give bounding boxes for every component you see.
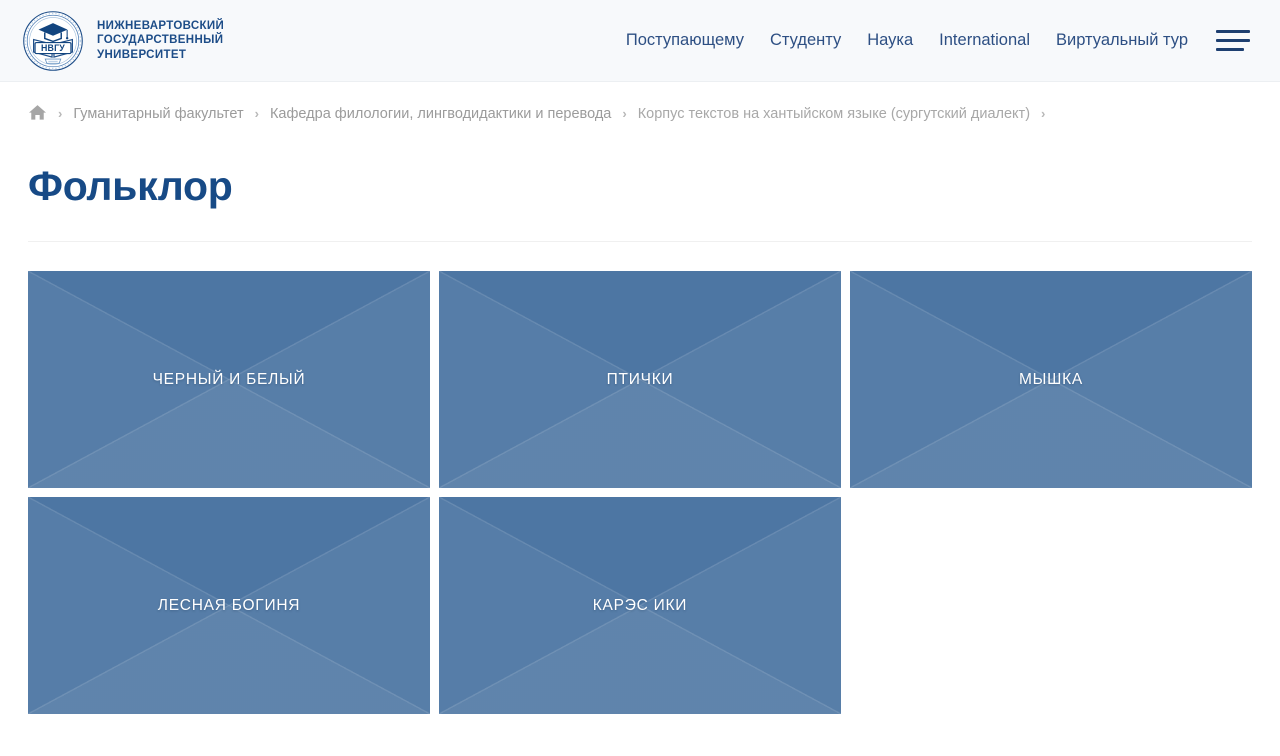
hamburger-line-1 — [1216, 30, 1250, 33]
site-logo-text: НИЖНЕВАРТОВСКИЙ ГОСУДАРСТВЕННЫЙ УНИВЕРСИ… — [97, 19, 225, 61]
nvgu-emblem-logo-icon: НВГУ — [23, 10, 83, 71]
tile-card-mouse[interactable]: МЫШКА — [850, 271, 1252, 488]
nav-item-applicants[interactable]: Поступающему — [626, 32, 744, 49]
breadcrumb-separator-trailing: › — [1041, 106, 1046, 121]
main-navigation: Поступающему Студенту Наука Internationa… — [626, 32, 1188, 49]
breadcrumb-bar: › Гуманитарный факультет › Кафедра филол… — [0, 82, 1280, 128]
hamburger-line-2 — [1216, 39, 1250, 42]
breadcrumb: › Гуманитарный факультет › Кафедра филол… — [28, 100, 1252, 128]
breadcrumb-item-faculty[interactable]: Гуманитарный факультет — [73, 100, 243, 128]
nav-item-students[interactable]: Студенту — [770, 32, 841, 49]
breadcrumb-item-corpus[interactable]: Корпус текстов на хантыйском языке (сург… — [638, 100, 1030, 128]
tile-card-kares-iki[interactable]: КАРЭС ИКИ — [439, 497, 841, 714]
tile-label: ЧЕРНЫЙ И БЕЛЫЙ — [152, 370, 306, 388]
home-icon — [29, 105, 46, 120]
tile-card-birds[interactable]: ПТИЧКИ — [439, 271, 841, 488]
tile-card-black-and-white[interactable]: ЧЕРНЫЙ И БЕЛЫЙ — [28, 271, 430, 488]
site-header: НВГУ НИЖНЕВАРТОВСКИЙ ГОСУДАРСТВЕННЫЙ УНИ… — [0, 0, 1280, 82]
breadcrumb-home-link[interactable] — [28, 100, 47, 128]
tile-label: ПТИЧКИ — [606, 370, 674, 388]
nav-item-science[interactable]: Наука — [867, 32, 913, 49]
folklore-tile-grid: ЧЕРНЫЙ И БЕЛЫЙ ПТИЧКИ МЫШКА ЛЕСНАЯ БОГИН… — [28, 271, 1252, 714]
tile-label: КАРЭС ИКИ — [592, 596, 688, 614]
tile-label: МЫШКА — [1019, 370, 1083, 388]
hamburger-menu-icon[interactable] — [1216, 28, 1250, 54]
hamburger-line-3 — [1216, 48, 1244, 51]
main-content: Фольклор ЧЕРНЫЙ И БЕЛЫЙ ПТИЧКИ МЫШКА ЛЕС… — [0, 162, 1280, 714]
breadcrumb-item-department[interactable]: Кафедра филологии, лингводидактики и пер… — [270, 100, 611, 128]
breadcrumb-separator: › — [622, 106, 627, 121]
site-logo-link[interactable]: НВГУ НИЖНЕВАРТОВСКИЙ ГОСУДАРСТВЕННЫЙ УНИ… — [22, 10, 224, 72]
page-title: Фольклор — [28, 163, 233, 209]
tile-label: ЛЕСНАЯ БОГИНЯ — [157, 596, 301, 614]
nav-item-international[interactable]: International — [939, 32, 1030, 49]
breadcrumb-separator: › — [254, 106, 259, 121]
svg-text:НВГУ: НВГУ — [41, 42, 65, 52]
breadcrumb-separator: › — [58, 106, 63, 121]
title-divider — [28, 241, 1252, 242]
tile-card-forest-goddess[interactable]: ЛЕСНАЯ БОГИНЯ — [28, 497, 430, 714]
nav-item-virtual-tour[interactable]: Виртуальный тур — [1056, 32, 1188, 49]
